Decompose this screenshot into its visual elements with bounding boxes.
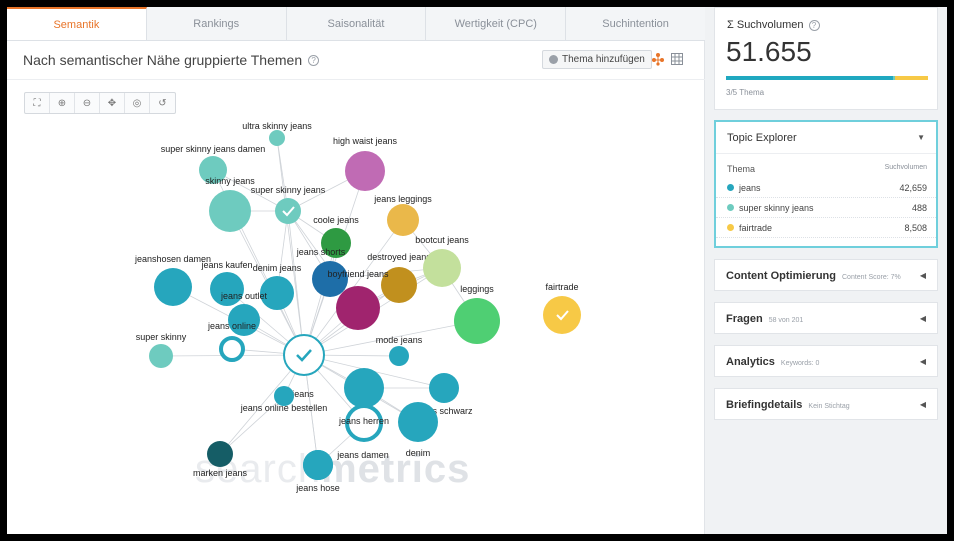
node-circle[interactable] (398, 402, 438, 442)
node-circle[interactable] (389, 346, 409, 366)
node-label: jeans online bestellen (240, 403, 328, 413)
node-circle[interactable] (429, 373, 459, 403)
color-dot-icon (727, 184, 734, 191)
topic-node[interactable]: ultra skinny jeans (242, 121, 312, 146)
topic-node[interactable]: jeans online (207, 321, 256, 362)
node-circle[interactable] (344, 368, 384, 408)
volume-bar (726, 76, 928, 80)
section-analytics[interactable]: Analytics Keywords: 0 ◀ (714, 345, 938, 377)
suchvolumen-value: 51.655 (726, 36, 812, 67)
node-label: bootcut jeans (415, 235, 469, 245)
node-label: mode jeans (376, 335, 423, 345)
color-dot-icon (727, 224, 734, 231)
node-label: leggings (460, 284, 494, 294)
node-circle[interactable] (209, 190, 251, 232)
app-frame: Semantik Rankings Saisonalität Wertigkei… (7, 7, 947, 534)
suchvolumen-card: Σ Suchvolumen ? 51.655 3/5 Thema (714, 7, 938, 110)
node-label: denim (406, 448, 431, 458)
node-circle[interactable] (207, 441, 233, 467)
topic-node[interactable]: jeans hose (295, 450, 340, 493)
node-label: jeans kaufen (200, 260, 252, 270)
node-label: destroyed jeans (367, 252, 431, 262)
node-label: ultra skinny jeans (242, 121, 312, 131)
chevron-left-icon[interactable]: ◀ (920, 271, 926, 280)
help-icon[interactable]: ? (808, 19, 820, 31)
suchvolumen-title: Σ Suchvolumen ? (727, 19, 820, 31)
volume-bar-fairtrade (894, 76, 928, 80)
node-circle[interactable] (423, 249, 461, 287)
node-label: fairtrade (545, 282, 578, 292)
node-label: jeans shorts (296, 247, 346, 257)
node-circle[interactable] (275, 198, 301, 224)
color-dot-icon (727, 204, 734, 211)
topic-node[interactable]: fairtrade (543, 282, 581, 334)
topic-graph: ultra skinny jeans super skinny jeans dam… (134, 121, 581, 493)
topic-node[interactable]: jeans online bestellen (240, 386, 328, 413)
node-label: super skinny (136, 332, 187, 342)
topic-node[interactable]: leggings (454, 284, 500, 344)
node-label: marken jeans (193, 468, 248, 478)
chevron-down-icon[interactable]: ▼ (917, 133, 925, 142)
node-circle[interactable] (303, 450, 333, 480)
list-item[interactable]: super skinny jeans 488 (716, 198, 936, 218)
topic-node[interactable]: skinny jeans (205, 176, 255, 232)
chevron-left-icon[interactable]: ◀ (920, 357, 926, 366)
topic-node[interactable]: jeanshosen damen (134, 254, 211, 306)
node-label: jeans online (207, 321, 256, 331)
list-item[interactable]: jeans 42,659 (716, 178, 936, 198)
node-label: jeans damen (336, 450, 389, 460)
section-briefingdetails[interactable]: Briefingdetails Kein Stichtag ◀ (714, 388, 938, 420)
chevron-left-icon[interactable]: ◀ (920, 314, 926, 323)
main-panel: Semantik Rankings Saisonalität Wertigkei… (7, 7, 705, 534)
node-circle[interactable] (454, 298, 500, 344)
node-label: jeanshosen damen (134, 254, 211, 264)
chevron-left-icon[interactable]: ◀ (920, 400, 926, 409)
node-circle[interactable] (345, 151, 385, 191)
volume-bar-jeans (726, 76, 893, 80)
topic-node[interactable]: mode jeans (376, 335, 423, 366)
topic-explorer: Topic Explorer ▼ Thema Suchvolumen jeans… (714, 120, 938, 248)
node-label: coole jeans (313, 215, 359, 225)
node-circle[interactable] (228, 304, 260, 336)
topic-node[interactable]: denim jeans (253, 263, 302, 310)
node-label: denim jeans (253, 263, 302, 273)
hub-node[interactable] (283, 334, 325, 376)
topic-node[interactable]: super skinny (136, 332, 187, 368)
sidebar: Σ Suchvolumen ? 51.655 3/5 Thema Topic E… (705, 7, 947, 534)
topic-node[interactable]: jeans leggings (373, 194, 432, 236)
topic-explorer-header[interactable]: Topic Explorer ▼ (716, 122, 936, 154)
hub-circle[interactable] (283, 334, 325, 376)
node-label: jeans leggings (373, 194, 432, 204)
node-label: super skinny jeans damen (161, 144, 266, 154)
section-content-optimierung[interactable]: Content Optimierung Content Score: 7% ◀ (714, 259, 938, 291)
section-fragen[interactable]: Fragen 58 von 201 ◀ (714, 302, 938, 334)
topic-explorer-columns: Thema Suchvolumen (727, 164, 927, 174)
node-label: skinny jeans (205, 176, 255, 186)
node-label: jeans hose (295, 483, 340, 493)
list-item[interactable]: fairtrade 8,508 (716, 218, 936, 238)
node-circle[interactable] (219, 336, 245, 362)
node-circle[interactable] (543, 296, 581, 334)
topic-node[interactable]: marken jeans (193, 441, 248, 478)
node-circle[interactable] (149, 344, 173, 368)
node-circle[interactable] (154, 268, 192, 306)
node-label: jeans outlet (220, 291, 268, 301)
node-label: high waist jeans (333, 136, 398, 146)
topic-node[interactable]: denim (398, 402, 438, 458)
node-label: jeans herren (338, 416, 389, 426)
themes-count: 3/5 Thema (726, 88, 765, 97)
node-circle[interactable] (387, 204, 419, 236)
node-circle[interactable] (269, 130, 285, 146)
node-label: boyfriend jeans (327, 269, 389, 279)
node-label: jeans (291, 389, 314, 399)
topic-node[interactable]: jeans herren (338, 404, 389, 442)
node-circle[interactable] (336, 286, 380, 330)
node-label: super skinny jeans (251, 185, 326, 195)
node-circle[interactable] (312, 261, 348, 297)
